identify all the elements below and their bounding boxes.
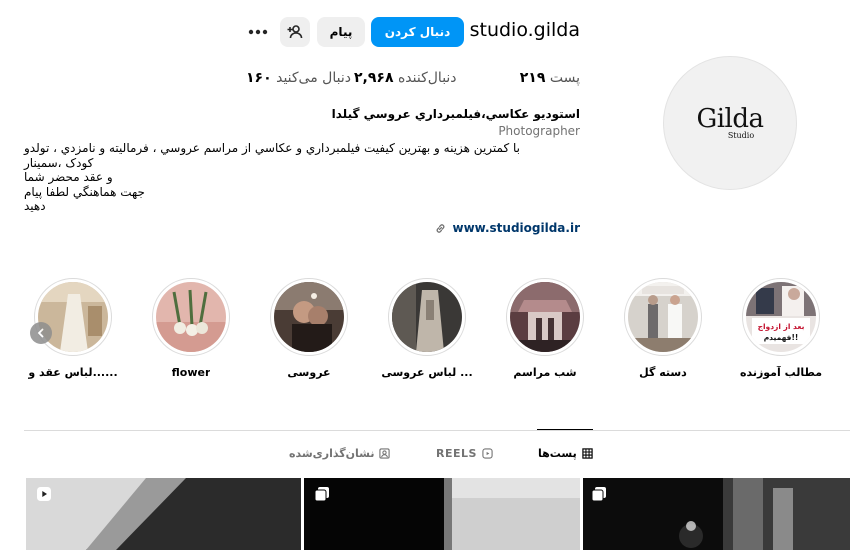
education-highlight-image: بعد از ازدواج فهمیدم!! (746, 282, 816, 352)
flower-highlight-image (156, 282, 226, 352)
profile-avatar[interactable]: Gilda Studio (663, 56, 797, 190)
link-icon (437, 223, 445, 233)
tab-reels[interactable]: REELS (436, 447, 493, 460)
highlight-label: flower (171, 366, 211, 379)
ceremony-highlight-image (510, 282, 580, 352)
highlight-ring (624, 278, 702, 356)
tab-posts[interactable]: پست‌ها (538, 447, 593, 460)
reels-icon (482, 448, 493, 459)
carousel-badge-icon (314, 487, 329, 502)
following-stat[interactable]: ۱۶۰ دنبال می‌کنید (246, 70, 351, 86)
add-person-icon (287, 25, 303, 39)
tab-tagged[interactable]: نشان‌گذاری‌شده (289, 447, 391, 460)
reel-badge-icon (37, 487, 51, 501)
story-highlights: بعد از ازدواج فهمیدم!! مطالب آموزنده دست… (24, 278, 824, 388)
highlight-item[interactable]: flower (143, 278, 239, 379)
bio-category: Photographer (498, 124, 580, 138)
highlight-ring (152, 278, 230, 356)
bio-line: کودک ،سمينار (24, 155, 94, 170)
message-button[interactable]: پیام (317, 17, 365, 47)
suggested-users-button[interactable] (280, 17, 310, 47)
highlight-item[interactable]: شب مراسم (497, 278, 593, 379)
following-count: ۱۶۰ (246, 70, 272, 86)
bio-website-link[interactable]: www.studiogilda.ir (435, 221, 580, 235)
wedding-highlight-image (274, 282, 344, 352)
highlight-item[interactable]: عروسی (261, 278, 357, 379)
bio-line: جهت هماهنگي لطفا پيام (24, 184, 145, 199)
highlight-ring (34, 278, 112, 356)
bio-full-name: استوديو عکاسي،فيلمبرداري عروسي گيلدا (331, 107, 580, 121)
active-tab-indicator (537, 429, 593, 430)
grid-icon (582, 448, 593, 459)
followers-stat[interactable]: ۲,۹۶۸ دنبال‌کننده (354, 70, 457, 86)
post-thumbnail[interactable] (583, 478, 850, 550)
highlight-item[interactable]: دسته گل (615, 278, 711, 379)
highlight-ring (506, 278, 584, 356)
bio-line: با کمترين هزينه و بهترين کيفيت فيلمبردار… (24, 141, 520, 155)
post-thumbnail[interactable] (26, 478, 301, 550)
posts-count: ۲۱۹ (519, 70, 546, 86)
highlight-label: لباس عقد و...... (28, 366, 118, 379)
highlight-label: لباس عروسی ... (381, 366, 473, 379)
follow-button[interactable]: دنبال کردن (371, 17, 464, 47)
carousel-badge-icon (591, 487, 606, 502)
profile-username: studio.gilda (469, 19, 580, 41)
followers-count: ۲,۹۶۸ (354, 70, 394, 86)
highlight-ring (388, 278, 466, 356)
highlight-label: دسته گل (639, 366, 687, 379)
highlight-ring (270, 278, 348, 356)
highlight-label: عروسی (287, 366, 331, 379)
bouquet-highlight-image (628, 282, 698, 352)
tab-tagged-label: نشان‌گذاری‌شده (289, 447, 375, 460)
post-thumbnail[interactable] (304, 478, 580, 550)
bio-line: و عقد محضر شما (24, 170, 113, 185)
profile-action-bar: پیام دنبال کردن studio.gilda (246, 16, 580, 48)
highlight-item[interactable]: لباس عروسی ... (379, 278, 475, 379)
more-icon (248, 29, 268, 35)
following-label: دنبال می‌کنید (276, 70, 351, 86)
followers-label: دنبال‌کننده (397, 70, 457, 86)
more-options-button[interactable] (246, 22, 270, 42)
bio-line: دهيد (24, 199, 46, 214)
highlight-label: مطالب آموزنده (739, 366, 823, 379)
highlights-previous-button[interactable] (30, 322, 52, 344)
profile-stats: ۲۱۹ پست ۲,۹۶۸ دنبال‌کننده ۱۶۰ دنبال می‌ک… (246, 70, 580, 90)
highlight-item[interactable]: بعد از ازدواج فهمیدم!! مطالب آموزنده (733, 278, 829, 379)
tagged-icon (379, 448, 391, 459)
avatar-logo-text: Gilda (696, 104, 764, 134)
engagement-dress-highlight-image (38, 282, 108, 352)
chevron-left-icon (37, 328, 44, 338)
website-url: www.studiogilda.ir (452, 221, 580, 235)
posts-label: پست (549, 70, 580, 86)
tab-posts-label: پست‌ها (538, 447, 577, 460)
posts-stat: ۲۱۹ پست (520, 70, 580, 86)
tab-reels-label: REELS (436, 447, 477, 460)
highlight-badge-line1: بعد از ازدواج (758, 322, 805, 331)
highlight-label: شب مراسم (513, 366, 577, 379)
bio-text: با کمترين هزينه و بهترين کيفيت فيلمبردار… (24, 141, 580, 214)
tabs-divider (24, 430, 850, 431)
wedding-dress-highlight-image (392, 282, 462, 352)
highlight-badge-line2: فهمیدم!! (764, 333, 799, 342)
avatar-logo-subtext: Studio (727, 131, 755, 140)
highlight-ring: بعد از ازدواج فهمیدم!! (742, 278, 820, 356)
